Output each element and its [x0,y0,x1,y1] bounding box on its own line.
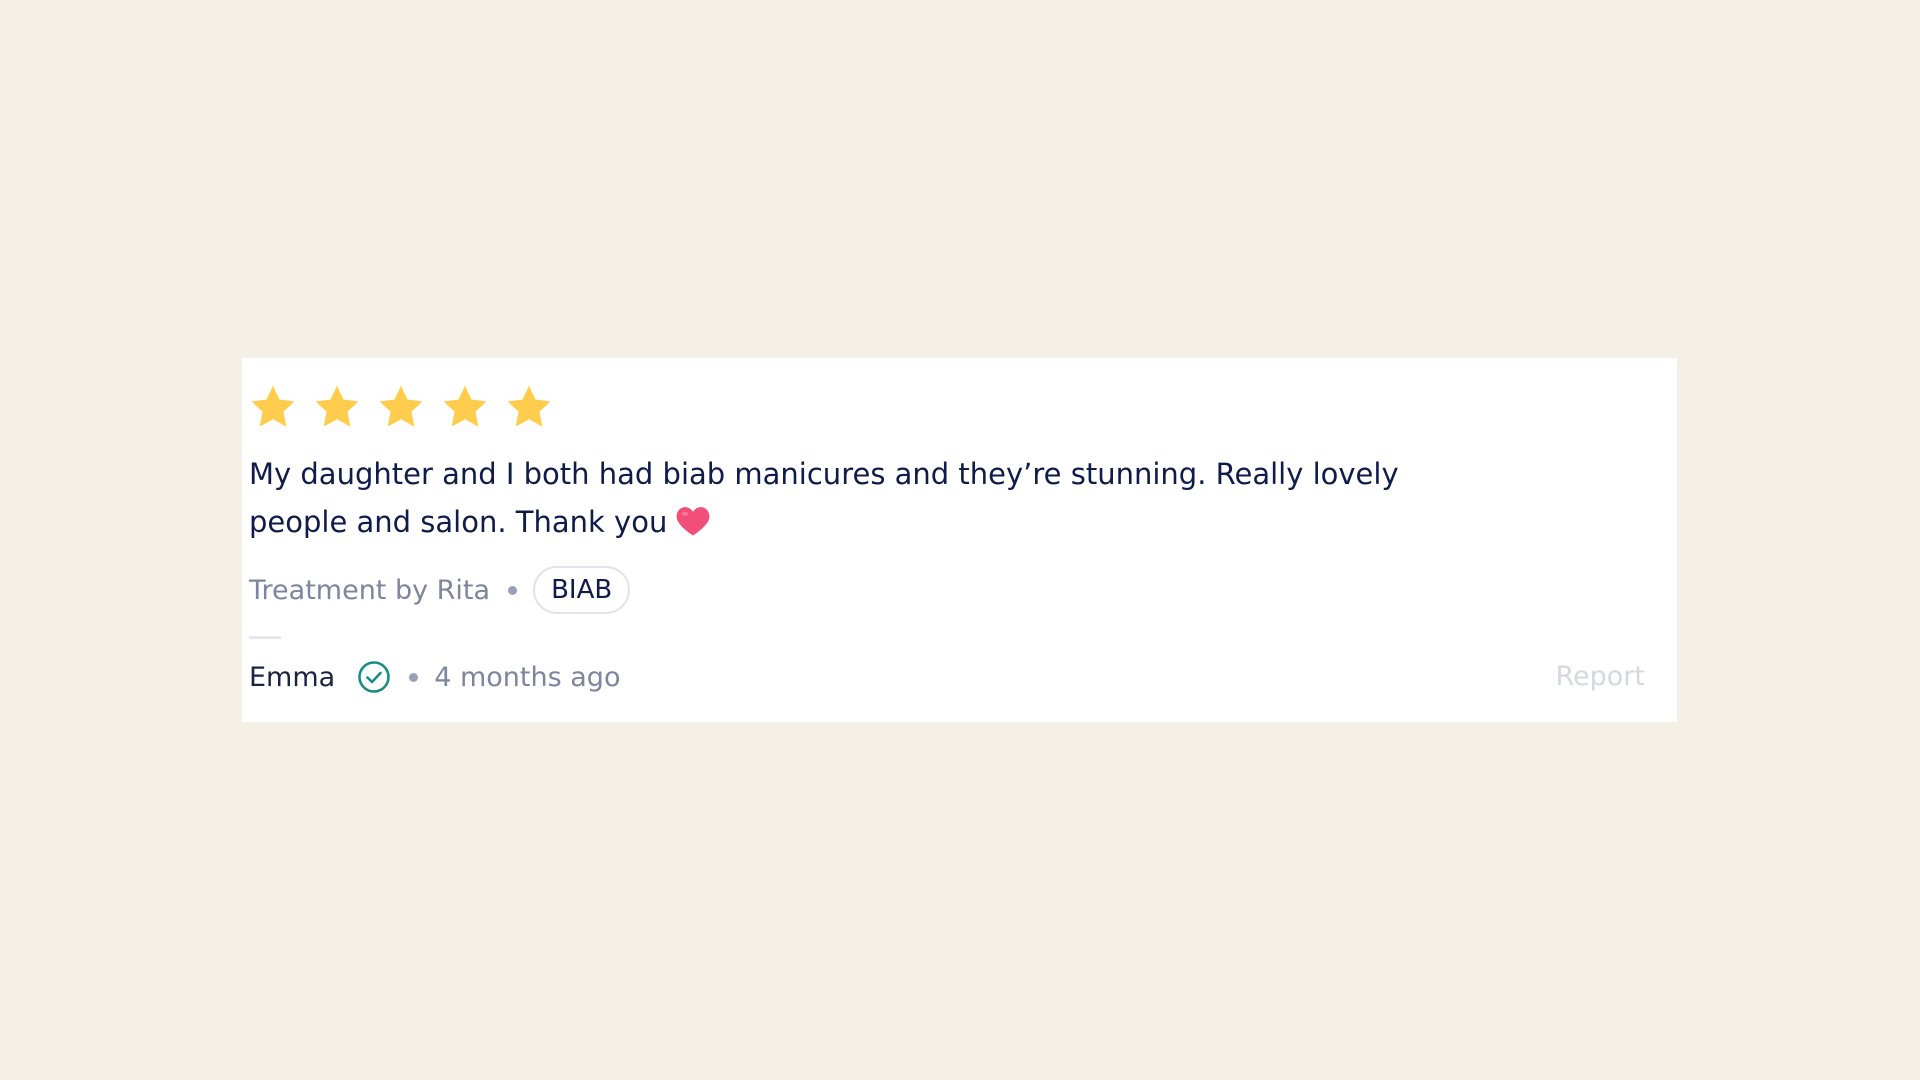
separator-dot [508,585,518,595]
report-link[interactable]: Report [1555,653,1645,701]
star-icon [379,385,423,427]
star-icon [443,385,487,427]
review-card: My daughter and I both had biab manicure… [242,358,1677,722]
reviewer-name: Emma [249,661,336,693]
star-rating [248,382,554,432]
star-icon [315,385,359,427]
review-footer: Emma 4 months ago [249,653,620,701]
divider [249,636,281,639]
treatment-by-label: Treatment by Rita [249,574,491,606]
star-icon [251,385,295,427]
review-body: My daughter and I both had biab manicure… [249,457,1399,539]
verified-check-icon [358,661,391,693]
treatment-info: Treatment by Rita BIAB [249,566,631,614]
review-date: 4 months ago [434,661,621,693]
star-icon [507,385,551,427]
service-tag: BIAB [533,566,631,614]
separator-dot [409,672,419,682]
heart-emoji-icon [676,507,710,536]
review-text: My daughter and I both had biab manicure… [249,450,1469,546]
